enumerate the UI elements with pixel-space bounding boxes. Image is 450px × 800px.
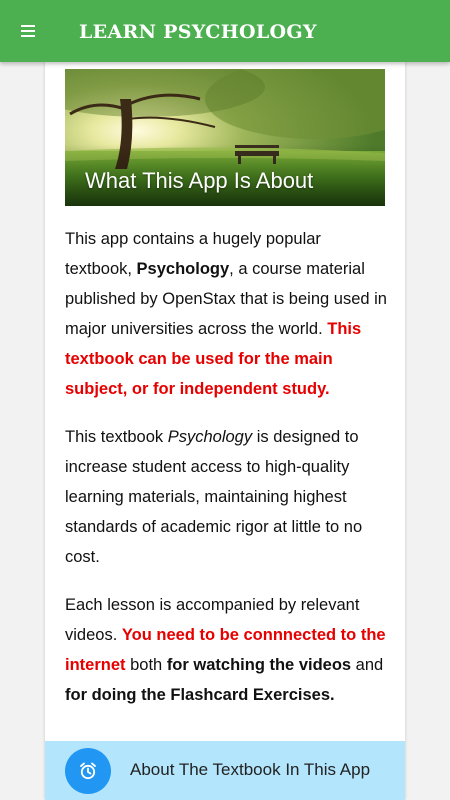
app-bar: LEARN PSYCHOLOGY <box>0 0 450 62</box>
about-textbook-label: About The Textbook In This App <box>130 760 371 779</box>
about-textbook-icon-button[interactable] <box>65 748 111 794</box>
paragraph-videos: Each lesson is accompanied by relevant v… <box>65 596 386 704</box>
paragraph-intro: This app contains a hugely popular textb… <box>65 230 387 398</box>
content-card: What This App Is About This app contains… <box>45 62 405 800</box>
paragraph-design: This textbook Psychology is designed to … <box>65 428 363 566</box>
menu-button[interactable] <box>14 17 42 45</box>
app-title: LEARN PSYCHOLOGY <box>79 21 317 43</box>
description-text: This app contains a hugely popular textb… <box>65 224 387 728</box>
about-textbook-button[interactable]: About The Textbook In This App <box>45 741 405 800</box>
hero-image: What This App Is About <box>65 69 385 206</box>
alarm-clock-icon <box>80 762 96 780</box>
hero-caption: What This App Is About <box>85 168 314 193</box>
hamburger-menu-icon <box>21 25 35 37</box>
